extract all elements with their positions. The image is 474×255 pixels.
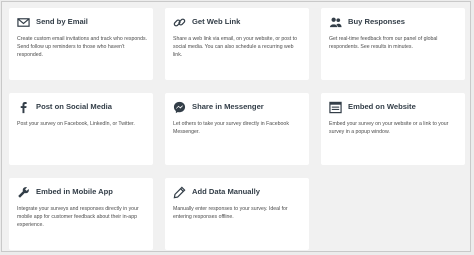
- card-description: Manually enter responses to your survey.…: [173, 206, 288, 220]
- pencil-icon: [173, 186, 186, 199]
- card-description: Post your survey on Facebook, LinkedIn, …: [17, 121, 135, 127]
- card-post-on-social-media[interactable]: Post on Social Media Post your survey on…: [9, 93, 153, 165]
- wrench-icon: [17, 186, 30, 199]
- card-share-in-messenger[interactable]: Share in Messenger Let others to take yo…: [165, 93, 309, 165]
- email-icon: [17, 16, 30, 29]
- card-title: Send by Email: [36, 17, 88, 26]
- card-title: Buy Responses: [348, 17, 405, 26]
- card-buy-responses[interactable]: Buy Responses Get real-time feedback fro…: [321, 8, 465, 80]
- card-description: Let others to take your survey directly …: [173, 121, 289, 135]
- link-icon: [173, 16, 186, 29]
- messenger-icon: [173, 101, 186, 114]
- card-embed-on-website[interactable]: Embed on Website Embed your survey on yo…: [321, 93, 465, 165]
- facebook-icon: [17, 101, 30, 114]
- card-title: Post on Social Media: [36, 102, 112, 111]
- card-title: Embed on Website: [348, 102, 416, 111]
- card-description: Create custom email invitations and trac…: [17, 36, 148, 58]
- card-title: Embed in Mobile App: [36, 187, 113, 196]
- card-add-data-manually[interactable]: Add Data Manually Manually enter respons…: [165, 178, 309, 250]
- card-embed-in-mobile-app[interactable]: Embed in Mobile App Integrate your surve…: [9, 178, 153, 250]
- people-icon: [329, 16, 342, 29]
- collector-options-panel: Send by Email Create custom email invita…: [1, 1, 471, 252]
- card-description: Embed your survey on your website or a l…: [329, 121, 449, 135]
- card-description: Share a web link via email, on your webs…: [173, 36, 297, 58]
- card-title: Add Data Manually: [192, 187, 260, 196]
- embed-icon: [329, 101, 342, 114]
- card-description: Get real-time feedback from our panel of…: [329, 36, 438, 50]
- card-get-web-link[interactable]: Get Web Link Share a web link via email,…: [165, 8, 309, 80]
- card-title: Get Web Link: [192, 17, 241, 26]
- card-description: Integrate your surveys and responses dir…: [17, 206, 139, 228]
- card-title: Share in Messenger: [192, 102, 264, 111]
- card-send-by-email[interactable]: Send by Email Create custom email invita…: [9, 8, 153, 80]
